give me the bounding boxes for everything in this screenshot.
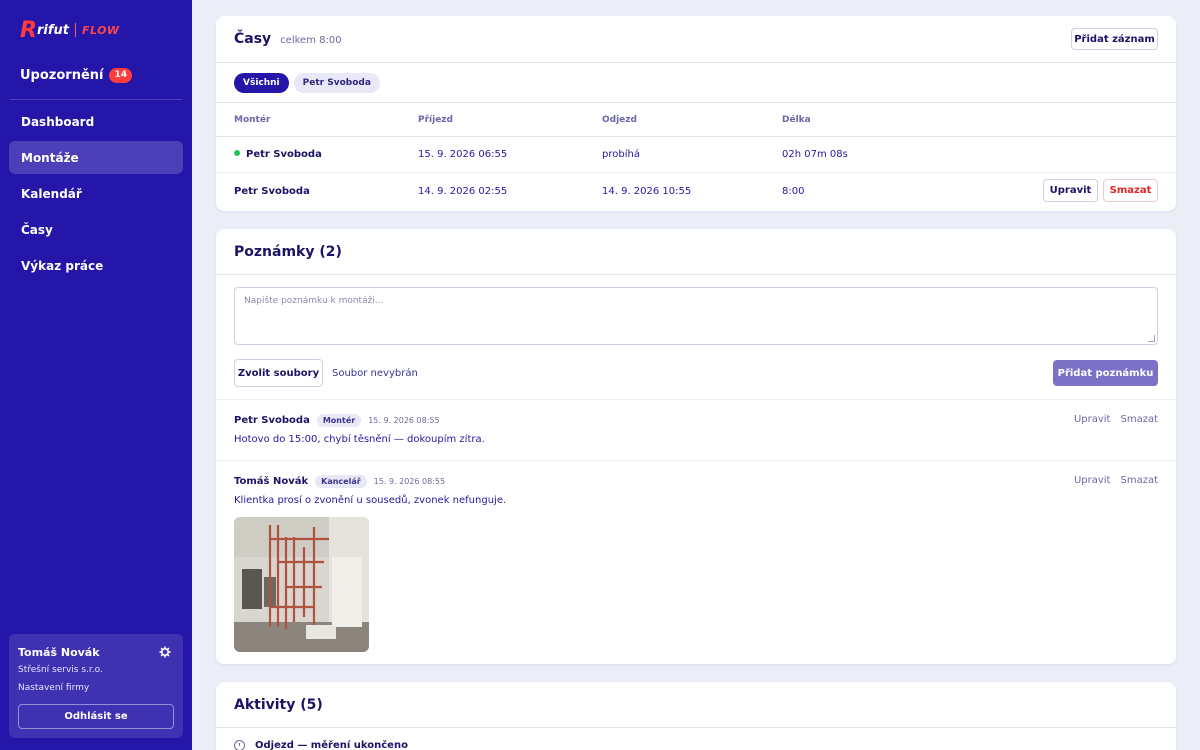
table-row: Petr Svoboda 15. 9. 2026 06:55 probíhá 0… bbox=[216, 137, 1176, 172]
note-item: Petr Svoboda Montér 15. 9. 2026 08:55 Up… bbox=[234, 412, 1158, 445]
user-company: Střešní servis s.r.o. bbox=[18, 665, 103, 675]
activities-title: Aktivity (5) bbox=[234, 696, 323, 713]
logo-r-icon: R bbox=[20, 17, 37, 43]
times-card: Časy celkem 8:00 Přidat záznam Všichni P… bbox=[216, 16, 1176, 211]
live-status-dot-icon bbox=[234, 150, 240, 156]
note-role-badge: Kancelář bbox=[315, 474, 367, 488]
company-settings-link[interactable]: Nastavení firmy bbox=[18, 683, 174, 693]
activity-text: Odjezd — měření ukončeno bbox=[255, 740, 408, 750]
activities-card: Aktivity (5) Odjezd — měření ukončeno bbox=[216, 682, 1176, 750]
note-delete-link[interactable]: Smazat bbox=[1120, 475, 1158, 486]
user-name: Tomáš Novák bbox=[18, 646, 100, 659]
sidebar-item-kalendar[interactable]: Kalendář bbox=[9, 177, 183, 210]
row-worker-name: Petr Svoboda bbox=[234, 186, 310, 197]
note-actions: Upravit Smazat bbox=[1064, 414, 1158, 425]
column-header-duration: Délka bbox=[782, 115, 811, 125]
sidebar-nav: Dashboard Montáže Kalendář Časy Výkaz pr… bbox=[9, 105, 183, 285]
notifications-count-badge: 14 bbox=[109, 68, 133, 83]
activity-item: Odjezd — měření ukončeno bbox=[234, 740, 408, 750]
row-departure: probíhá bbox=[602, 149, 640, 160]
choose-files-button[interactable]: Zvolit soubory bbox=[234, 359, 323, 387]
note-delete-link[interactable]: Smazat bbox=[1120, 414, 1158, 425]
activities-header: Aktivity (5) bbox=[216, 682, 1176, 728]
sidebar-item-vykaz-prace[interactable]: Výkaz práce bbox=[9, 249, 183, 282]
note-author: Tomáš Novák bbox=[234, 475, 309, 487]
row-worker-name: Petr Svoboda bbox=[246, 149, 322, 160]
row-arrival: 14. 9. 2026 02:55 bbox=[418, 186, 508, 197]
times-filters: Všichni Petr Svoboda bbox=[234, 73, 385, 93]
sidebar-item-montaze[interactable]: Montáže bbox=[9, 141, 183, 174]
row-duration: 02h 07m 08s bbox=[782, 149, 848, 160]
note-actions: Upravit Smazat bbox=[1064, 475, 1158, 486]
note-item: Tomáš Novák Kancelář 15. 9. 2026 08:55 U… bbox=[234, 473, 1158, 506]
times-header: Časy celkem 8:00 bbox=[216, 16, 1176, 63]
sidebar: R rifut FLOW Upozornění 14 Dashboard Mon… bbox=[0, 0, 192, 750]
add-note-button[interactable]: Přidat poznámku bbox=[1053, 360, 1158, 386]
notes-title: Poznámky (2) bbox=[234, 243, 342, 260]
notes-card: Poznámky (2) Napište poznámku k montáži.… bbox=[216, 229, 1176, 664]
note-timestamp: 15. 9. 2026 08:55 bbox=[368, 415, 440, 425]
note-author: Petr Svoboda bbox=[234, 414, 310, 426]
note-meta: Petr Svoboda Montér 15. 9. 2026 08:55 bbox=[234, 412, 1158, 428]
divider bbox=[216, 399, 1176, 400]
note-role-badge: Montér bbox=[316, 413, 362, 427]
delete-time-button[interactable]: Smazat bbox=[1103, 179, 1158, 202]
app-logo[interactable]: R rifut FLOW bbox=[20, 17, 120, 43]
gear-icon[interactable] bbox=[159, 646, 171, 658]
times-title: Časy bbox=[234, 31, 272, 47]
filter-chip-all[interactable]: Všichni bbox=[234, 73, 289, 93]
logout-button[interactable]: Odhlásit se bbox=[18, 704, 174, 729]
column-header-arrival: Příjezd bbox=[418, 115, 453, 125]
divider bbox=[216, 172, 1176, 173]
sidebar-item-dashboard[interactable]: Dashboard bbox=[9, 105, 183, 138]
logo-divider bbox=[74, 23, 76, 37]
sidebar-divider bbox=[10, 99, 182, 100]
note-photo-thumbnail[interactable] bbox=[234, 517, 369, 652]
note-text: Hotovo do 15:00, chybí těsnění — dokoupí… bbox=[234, 434, 485, 445]
clock-icon bbox=[234, 740, 245, 750]
row-arrival: 15. 9. 2026 06:55 bbox=[418, 149, 508, 160]
note-edit-link[interactable]: Upravit bbox=[1074, 414, 1111, 425]
main-content: Časy celkem 8:00 Přidat záznam Všichni P… bbox=[192, 0, 1200, 750]
row-departure: 14. 9. 2026 10:55 bbox=[602, 186, 692, 197]
note-edit-link[interactable]: Upravit bbox=[1074, 475, 1111, 486]
note-timestamp: 15. 9. 2026 08:55 bbox=[373, 476, 446, 486]
times-total: celkem 8:00 bbox=[280, 35, 342, 46]
no-file-label: Soubor nevybrán bbox=[332, 368, 418, 379]
logo-subtext: FLOW bbox=[81, 23, 120, 37]
notifications-link[interactable]: Upozornění 14 bbox=[20, 68, 133, 83]
filter-chip-petr-svoboda[interactable]: Petr Svoboda bbox=[293, 73, 380, 93]
edit-time-button[interactable]: Upravit bbox=[1043, 179, 1098, 202]
logo-text: rifut bbox=[36, 22, 69, 38]
user-card: Tomáš Novák Střešní servis s.r.o. Nastav… bbox=[9, 634, 183, 738]
row-duration: 8:00 bbox=[782, 186, 805, 197]
resize-handle-icon[interactable] bbox=[1148, 335, 1155, 342]
note-text: Klientka prosí o zvonění u sousedů, zvon… bbox=[234, 495, 507, 506]
row-worker: Petr Svoboda bbox=[234, 149, 322, 160]
column-header-worker: Montér bbox=[234, 115, 271, 125]
note-meta: Tomáš Novák Kancelář 15. 9. 2026 08:55 bbox=[234, 473, 1158, 489]
add-record-button[interactable]: Přidat záznam bbox=[1071, 28, 1158, 50]
note-textarea[interactable]: Napište poznámku k montáži... bbox=[234, 287, 1158, 345]
notifications-label: Upozornění bbox=[20, 68, 104, 83]
note-textarea-placeholder: Napište poznámku k montáži... bbox=[244, 296, 384, 306]
sidebar-item-casy[interactable]: Časy bbox=[9, 213, 183, 246]
column-header-departure: Odjezd bbox=[602, 115, 637, 125]
times-table-header: Montér Příjezd Odjezd Délka bbox=[216, 103, 1176, 136]
notes-header: Poznámky (2) bbox=[216, 229, 1176, 275]
divider bbox=[216, 460, 1176, 461]
table-row: Petr Svoboda 14. 9. 2026 02:55 14. 9. 20… bbox=[216, 174, 1176, 209]
